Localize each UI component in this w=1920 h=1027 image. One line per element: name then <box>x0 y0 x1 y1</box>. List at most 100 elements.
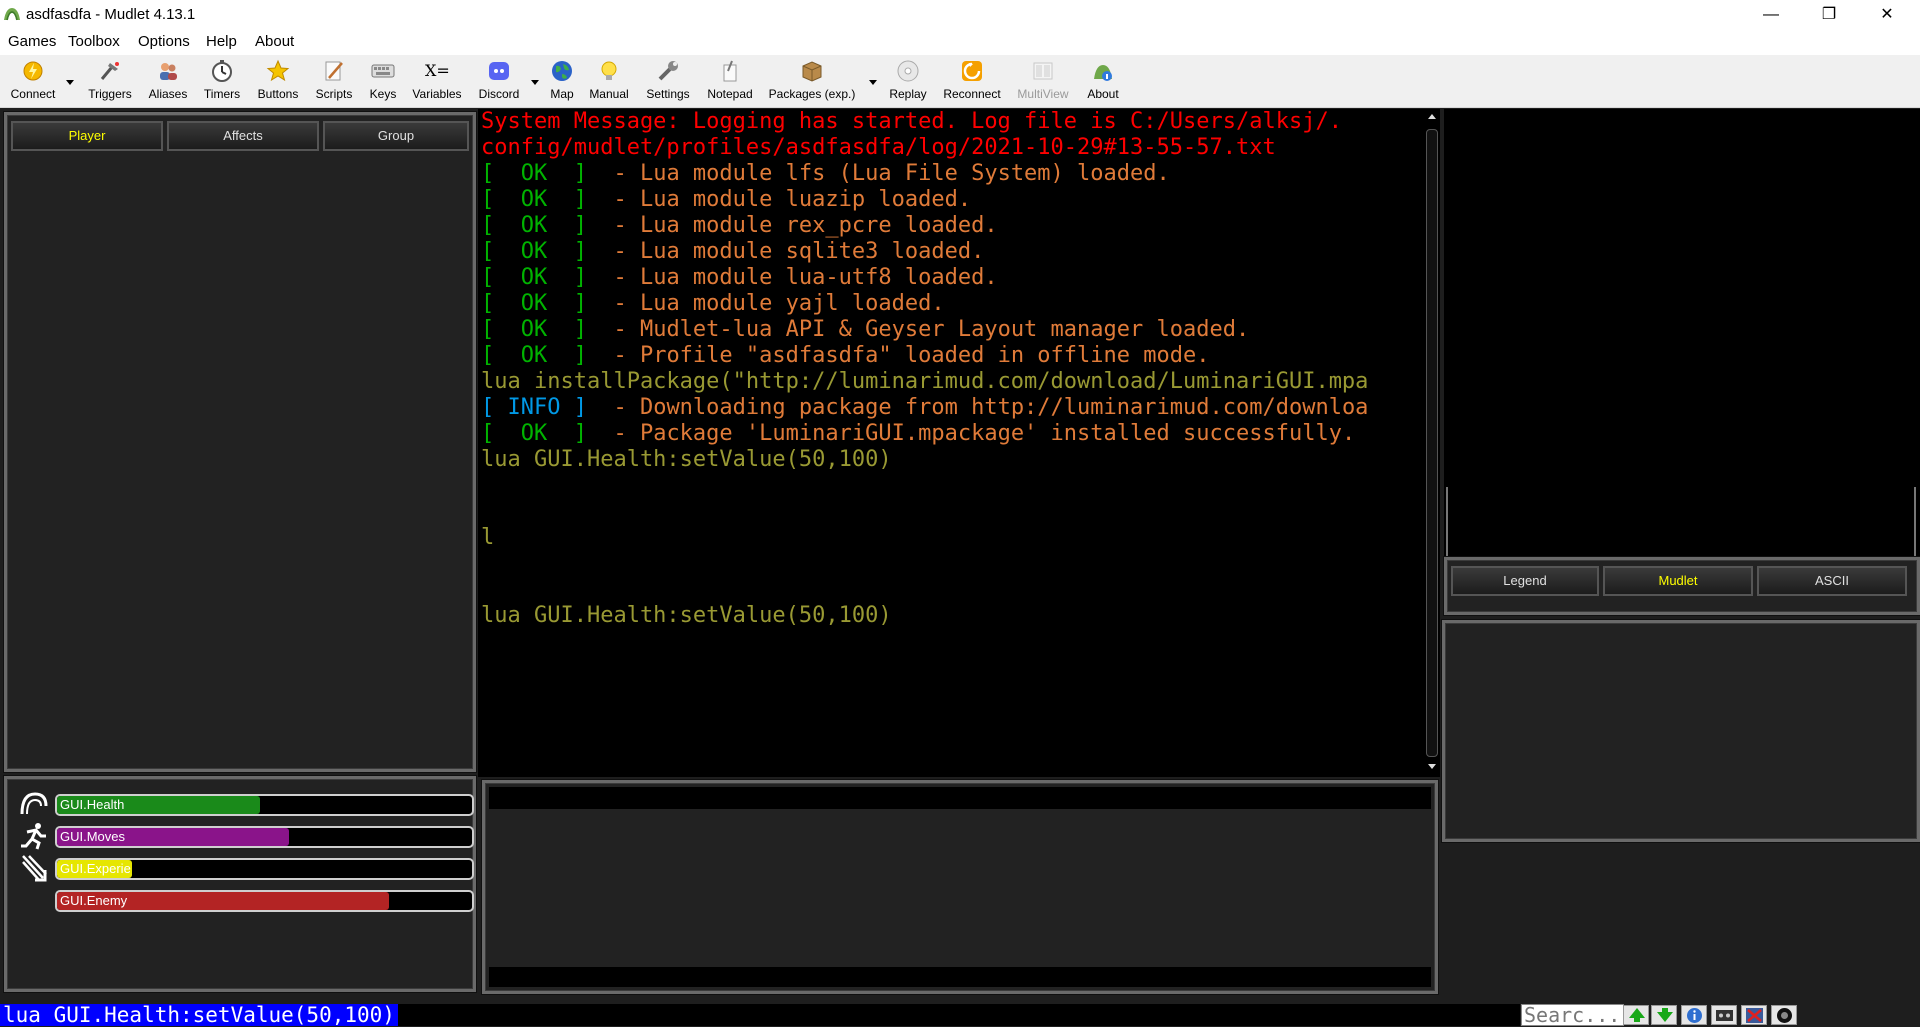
health-icon <box>20 792 48 815</box>
connect-dropdown-icon[interactable] <box>65 77 75 87</box>
info-icon <box>1687 1008 1702 1023</box>
experience-arrows-icon <box>22 855 47 882</box>
packages-dropdown-icon[interactable] <box>868 77 878 87</box>
globe-icon <box>552 61 572 81</box>
aliases-button[interactable]: Aliases <box>144 59 192 105</box>
tab-group[interactable]: Group <box>323 121 469 151</box>
connect-icon <box>23 61 43 81</box>
notepad-icon <box>723 60 737 82</box>
replay-button[interactable]: Replay <box>884 59 932 105</box>
scroll-down-icon[interactable] <box>1427 761 1437 771</box>
tab-ascii[interactable]: ASCII <box>1757 566 1907 596</box>
discord-button[interactable]: Discord <box>472 59 526 105</box>
menu-toolbox[interactable]: Toolbox <box>68 33 120 50</box>
map-button[interactable]: Map <box>546 59 578 105</box>
up-arrow-icon <box>1629 1008 1645 1022</box>
packages-button[interactable]: Packages (exp.) <box>764 59 860 105</box>
console-line: lua GUI.Health:setValue(50,100) <box>481 447 892 472</box>
triggers-icon <box>100 62 119 80</box>
menu-bar: Games Toolbox Options Help About <box>0 29 1920 55</box>
tab-affects[interactable]: Affects <box>167 121 319 151</box>
restore-button[interactable]: ❐ <box>1800 0 1858 29</box>
window-title: asdfasdfa - Mudlet 4.13.1 <box>26 6 196 23</box>
close-button[interactable]: ✕ <box>1858 0 1916 29</box>
tape-icon <box>1716 1010 1733 1021</box>
timers-button[interactable]: Timers <box>198 59 246 105</box>
map-border-left <box>1446 487 1448 557</box>
timers-icon <box>212 60 232 82</box>
right-lower-panel <box>1442 620 1920 842</box>
search-previous-button[interactable] <box>1623 1005 1649 1025</box>
keyboard-icon <box>371 64 395 78</box>
down-arrow-icon <box>1657 1008 1673 1022</box>
tab-mudlet[interactable]: Mudlet <box>1603 566 1753 596</box>
main-console[interactable]: System Message: Logging has started. Log… <box>478 109 1424 777</box>
package-box-icon <box>802 61 822 82</box>
console-line: [ OK ] - Lua module sqlite3 loaded. <box>481 239 985 264</box>
replay-disc-icon <box>897 60 919 82</box>
stop-circle-icon <box>1777 1008 1792 1023</box>
logging-toggle-button[interactable] <box>1741 1005 1767 1025</box>
console-scrollbar[interactable] <box>1424 109 1440 777</box>
multiview-button[interactable]: MultiView <box>1013 59 1073 105</box>
console-line: [ OK ] - Lua module rex_pcre loaded. <box>481 213 998 238</box>
about-button[interactable]: About <box>1080 59 1126 105</box>
console-line: [ OK ] - Lua module lua-utf8 loaded. <box>481 265 998 290</box>
console-line: System Message: Logging has started. Log… <box>481 109 1342 134</box>
experience-gauge-label: GUI.Experie <box>60 861 131 876</box>
console-line: [ OK ] - Mudlet-lua API & Geyser Layout … <box>481 317 1250 342</box>
reconnect-icon <box>962 61 982 81</box>
scripts-icon <box>325 61 343 81</box>
minimize-button[interactable]: — <box>1742 0 1800 29</box>
menu-about[interactable]: About <box>255 33 294 50</box>
emergency-stop-button[interactable] <box>1771 1005 1797 1025</box>
enemy-gauge: GUI.Enemy <box>55 890 474 912</box>
settings-button[interactable]: Settings <box>640 59 696 105</box>
multiview-icon <box>1033 62 1053 80</box>
keys-button[interactable]: Keys <box>364 59 402 105</box>
scroll-up-icon[interactable] <box>1427 112 1437 122</box>
timestamp-button[interactable] <box>1711 1005 1737 1025</box>
buffer-search-input[interactable]: Searc... <box>1521 1004 1624 1026</box>
map-area[interactable] <box>1444 109 1920 557</box>
connect-button[interactable]: Connect <box>6 59 60 105</box>
console-line: [ OK ] - Lua module luazip loaded. <box>481 187 972 212</box>
reconnect-button[interactable]: Reconnect <box>938 59 1006 105</box>
map-tabs-panel: Legend Mudlet ASCII <box>1444 557 1920 615</box>
title-bar: asdfasdfa - Mudlet 4.13.1 — ❐ ✕ <box>0 0 1920 29</box>
console-line: l <box>481 525 495 550</box>
menu-help[interactable]: Help <box>206 33 237 50</box>
discord-icon <box>489 62 509 80</box>
aliases-icon <box>160 63 177 80</box>
tab-legend[interactable]: Legend <box>1451 566 1599 596</box>
scrollbar-track[interactable] <box>1426 129 1438 757</box>
search-next-button[interactable] <box>1651 1005 1677 1025</box>
notepad-button[interactable]: Notepad <box>703 59 757 105</box>
console-line: [ INFO ] - Downloading package from http… <box>481 395 1369 420</box>
console-line: [ OK ] - Profile "asdfasdfa" loaded in o… <box>481 343 1210 368</box>
console-line: config/mudlet/profiles/asdfasdfa/log/202… <box>481 135 1276 160</box>
command-input[interactable]: lua GUI.Health:setValue(50,100) <box>0 1004 398 1026</box>
mudlet-logo-icon <box>4 8 20 21</box>
star-icon <box>266 59 290 82</box>
menu-options[interactable]: Options <box>138 33 190 50</box>
tab-player[interactable]: Player <box>11 121 163 151</box>
console-line: lua installPackage("http://luminarimud.c… <box>481 369 1369 394</box>
buttons-button[interactable]: Buttons <box>253 59 303 105</box>
info-button[interactable] <box>1681 1005 1707 1025</box>
console-line: lua GUI.Health:setValue(50,100) <box>481 603 892 628</box>
discord-dropdown-icon[interactable] <box>530 77 540 87</box>
lightbulb-icon <box>601 61 617 80</box>
logging-off-icon <box>1746 1008 1763 1023</box>
manual-button[interactable]: Manual <box>586 59 632 105</box>
triggers-button[interactable]: Triggers <box>83 59 137 105</box>
running-figure-icon <box>21 823 46 850</box>
scripts-button[interactable]: Scripts <box>310 59 358 105</box>
enemy-gauge-label: GUI.Enemy <box>60 893 128 908</box>
left-info-panel: Player Affects Group <box>4 112 476 772</box>
console-line: [ OK ] - Lua module lfs (Lua File System… <box>481 161 1170 186</box>
command-line[interactable]: lua GUI.Health:setValue(50,100) <box>0 1004 1520 1026</box>
menu-games[interactable]: Games <box>8 33 56 50</box>
console-line: [ OK ] - Lua module yajl loaded. <box>481 291 945 316</box>
variables-button[interactable]: X= Variables <box>408 59 466 105</box>
